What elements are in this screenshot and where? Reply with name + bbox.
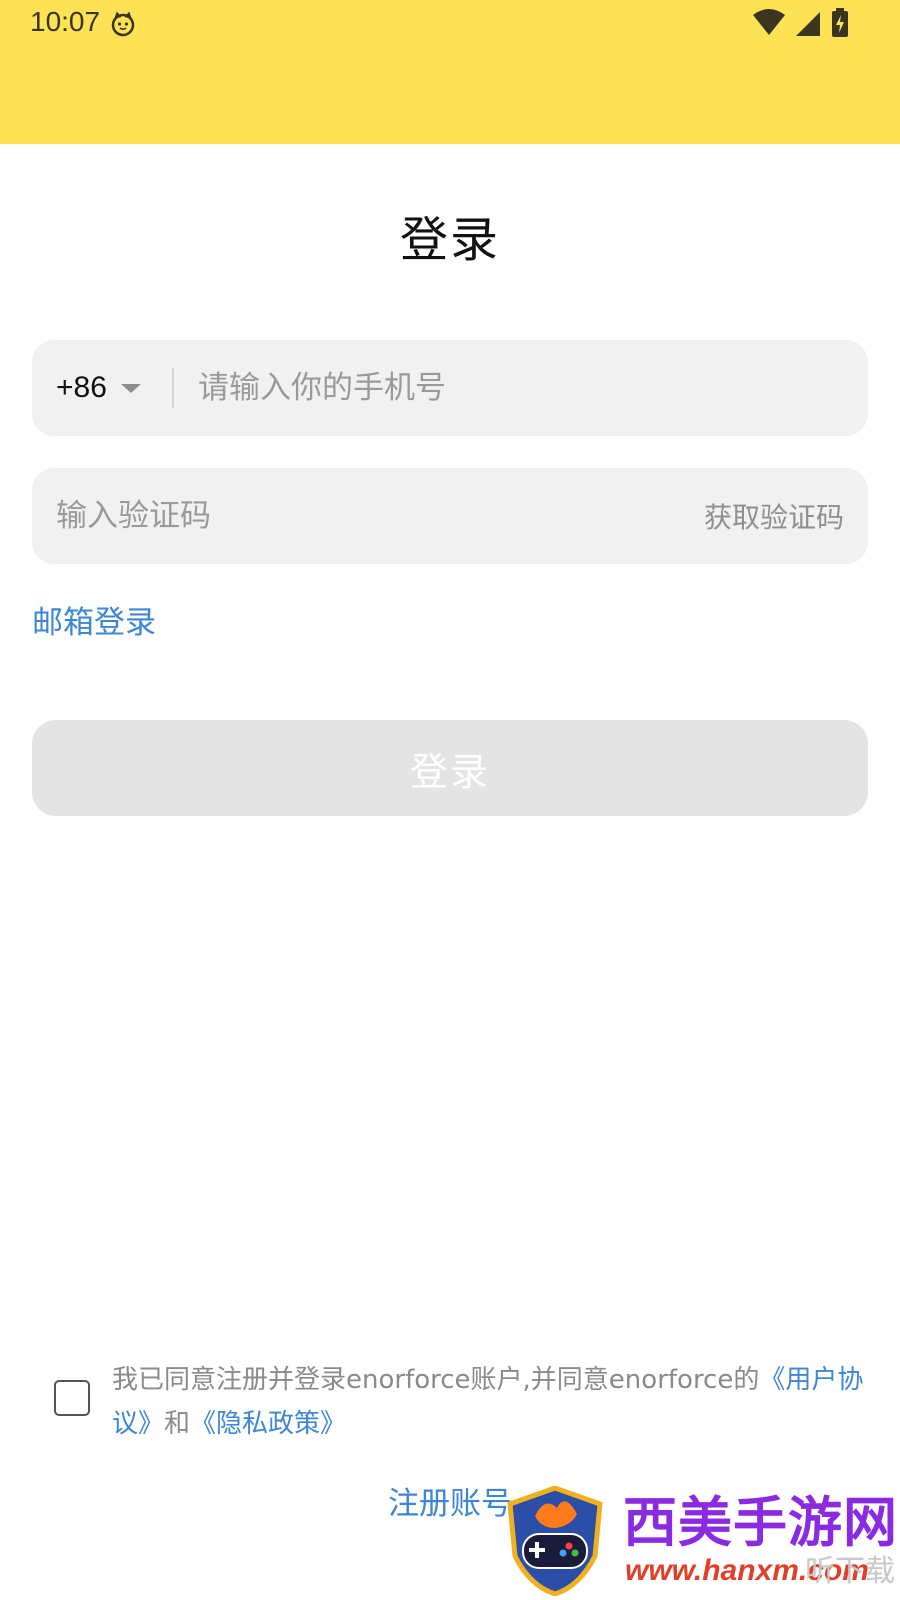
chevron-down-icon <box>120 383 141 393</box>
verification-code-input[interactable] <box>56 468 616 564</box>
login-button[interactable]: 登录 <box>32 720 868 816</box>
verification-code-field: 获取验证码 <box>32 468 868 564</box>
agreement-text: 我已同意注册并登录enorforce账户,并同意enorforce的《用户协议》… <box>112 1358 872 1446</box>
country-code-label: +86 <box>56 371 107 404</box>
status-bar: 10:07 <box>0 0 900 144</box>
watermark: 西美手游网 www.hanxm.com 听下载 <box>505 1478 900 1600</box>
page-title: 登录 <box>399 212 500 268</box>
cellular-icon <box>796 12 820 36</box>
get-code-button[interactable]: 获取验证码 <box>704 468 844 564</box>
field-divider <box>172 368 174 408</box>
phone-field: +86 <box>32 340 868 436</box>
gamepad-shield-icon <box>507 1486 603 1596</box>
wifi-icon <box>753 9 785 35</box>
status-icons <box>752 8 850 38</box>
agree-checkbox[interactable] <box>54 1380 90 1416</box>
phone-input[interactable] <box>198 340 838 436</box>
register-account-label[interactable]: 注册账号 <box>388 1486 512 1522</box>
email-login-link[interactable]: 邮箱登录 <box>32 597 156 642</box>
country-code-selector[interactable]: +86 <box>56 340 141 436</box>
agreement-prefix: 我已同意注册并登录enorforce账户,并同意enorforce的 <box>112 1365 760 1395</box>
battery-charging-icon <box>832 8 848 37</box>
watermark-faint-text: 听下载 <box>805 1554 895 1589</box>
agreement-joiner: 和 <box>164 1409 191 1439</box>
privacy-policy-link[interactable]: 《隐私政策》 <box>190 1409 346 1439</box>
status-time: 10:07 <box>30 6 101 37</box>
cat-face-icon <box>111 11 135 37</box>
